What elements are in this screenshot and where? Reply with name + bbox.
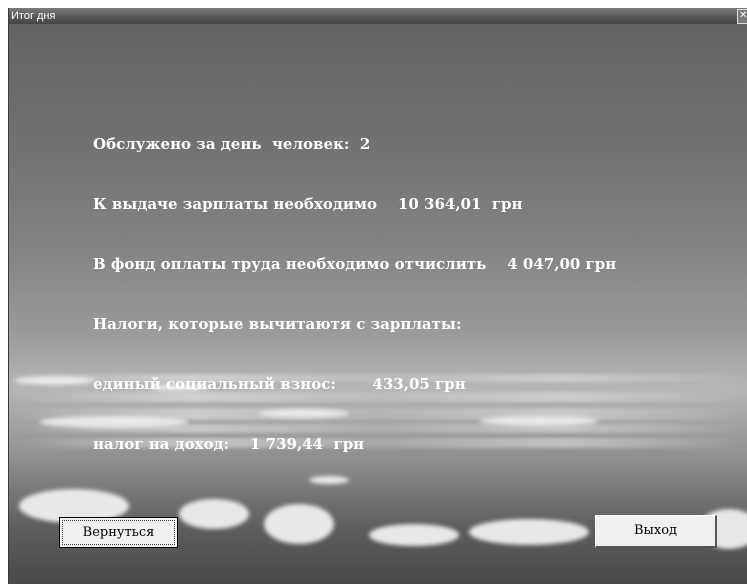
title-bar[interactable]: Итог дня ✕ <box>9 8 747 24</box>
payroll-fund-line: В фонд оплаты труда необходимо отчислить… <box>93 255 617 273</box>
summary-text: Обслужено за день человек: 2 К выдаче за… <box>93 94 616 494</box>
close-icon[interactable]: ✕ <box>737 9 747 24</box>
window-title: Итог дня <box>11 10 56 22</box>
served-count-line: Обслужено за день человек: 2 <box>93 135 371 153</box>
sky-background-image: Обслужено за день человек: 2 К выдаче за… <box>9 24 747 584</box>
social-contribution-line: единый социальный взнос: 433,05 грн <box>93 375 466 393</box>
back-button-label: Вернуться <box>62 520 175 545</box>
exit-button[interactable]: Выход <box>595 515 717 548</box>
salary-payout-line: К выдаче зарплаты необходимо 10 364,01 г… <box>93 195 523 213</box>
income-tax-line: налог на доход: 1 739,44 грн <box>93 435 365 453</box>
taxes-heading-line: Налоги, которые вычитаютя с зарплаты: <box>93 315 462 333</box>
back-button[interactable]: Вернуться <box>59 517 178 548</box>
day-summary-window: Итог дня ✕ Обслужено за день человек: 2 … <box>8 8 747 584</box>
